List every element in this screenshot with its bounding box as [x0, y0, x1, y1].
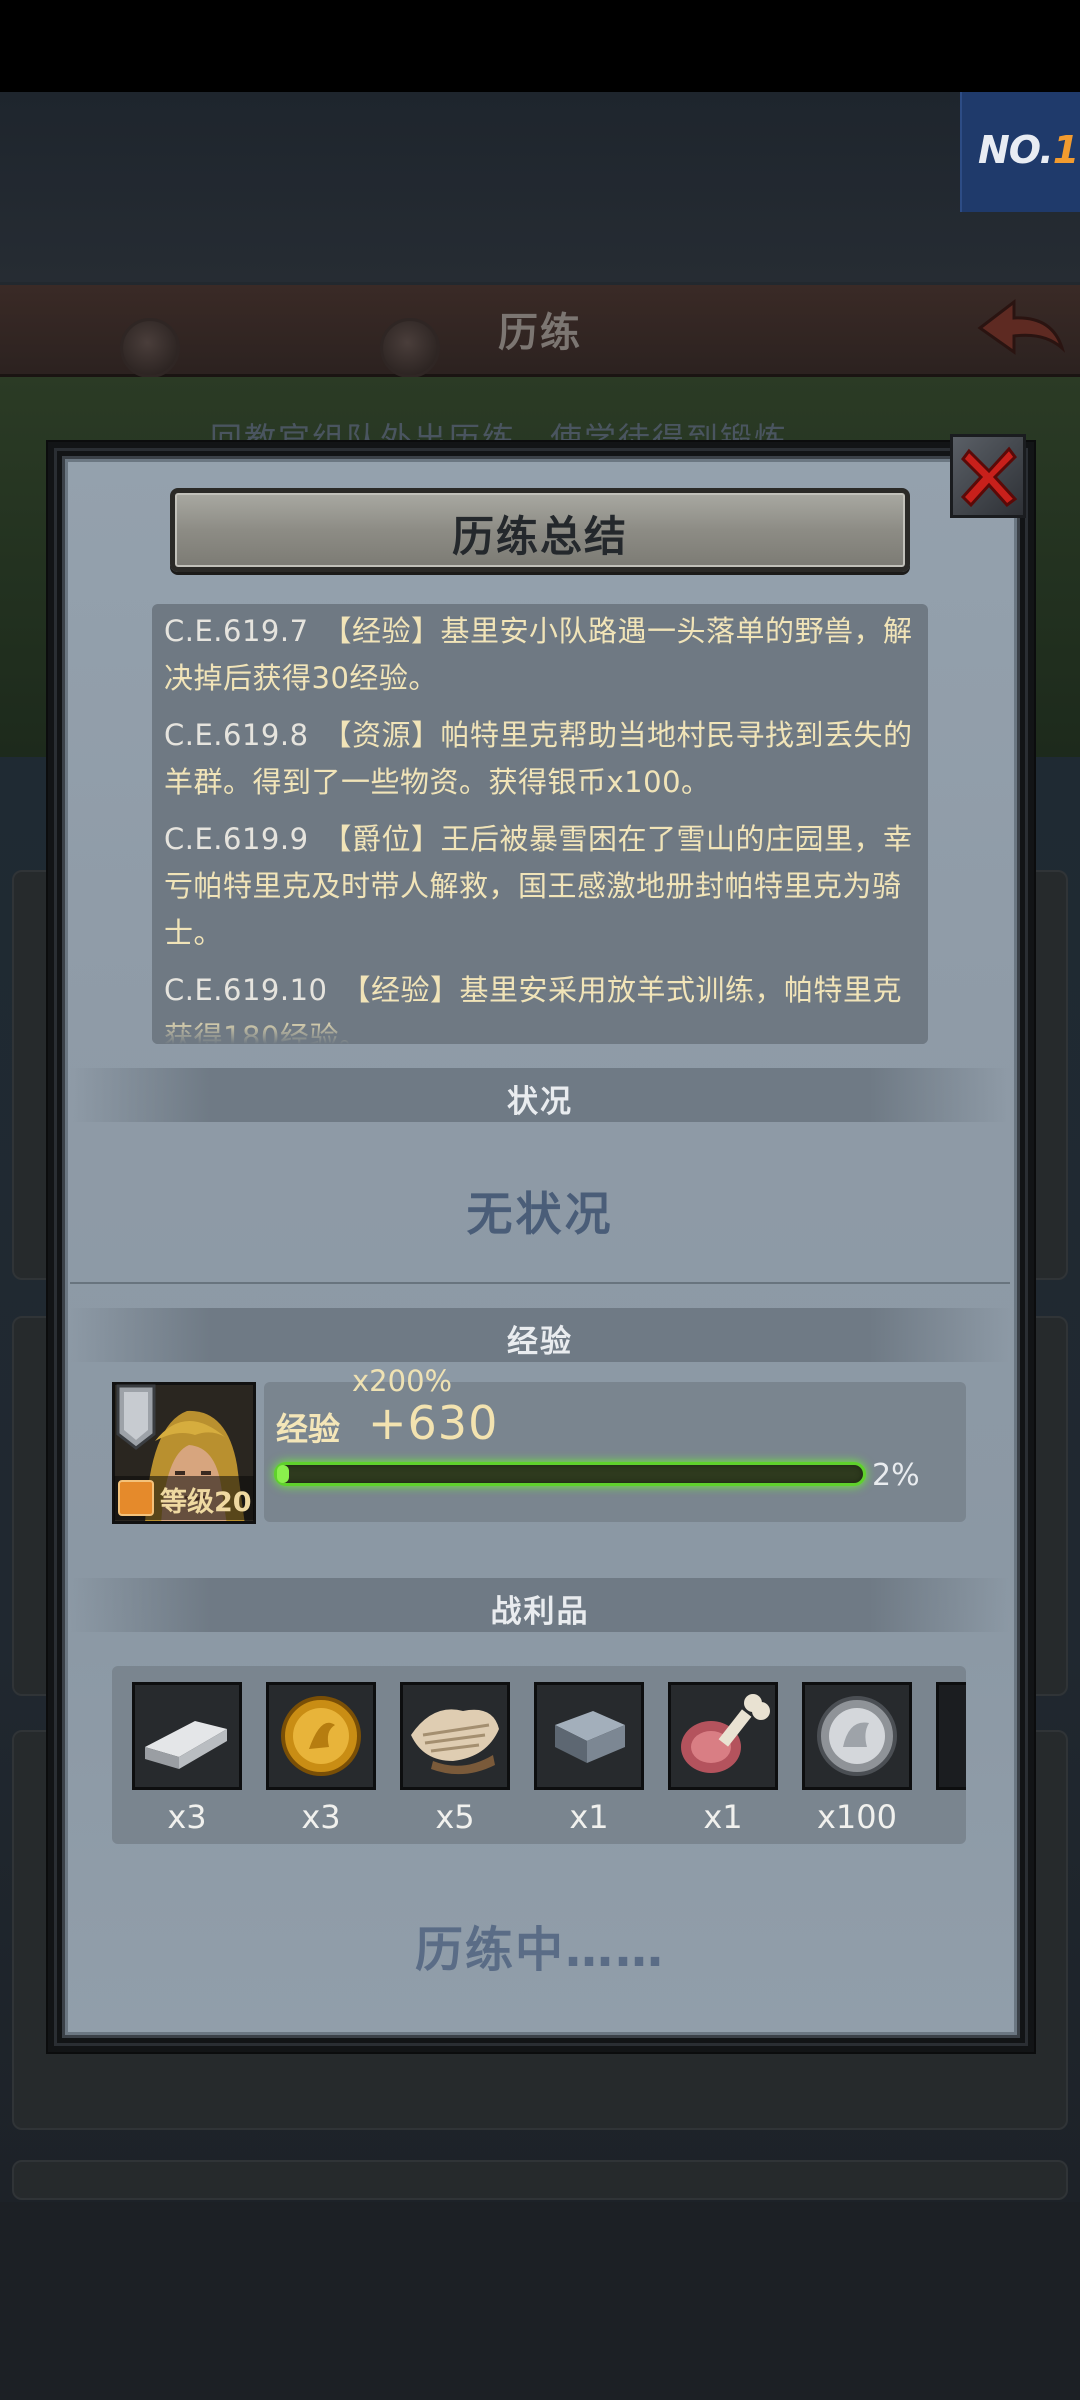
back-arrow-icon [977, 298, 1066, 355]
meat-leg-icon [671, 1685, 775, 1787]
log-date: C.E.619.10 [164, 973, 328, 1007]
loot-item[interactable]: x100 [802, 1682, 912, 1836]
level-badge: 等级20 [114, 1476, 254, 1520]
loot-count: x3 [167, 1798, 207, 1836]
game-screen: 历练 回教官组队外出历练，使学徒得到锻炼 NO.1 历练总结 C.E.619.7… [0, 0, 1080, 2400]
loot-section-header: 战利品 [70, 1578, 1010, 1632]
log-entry: C.E.619.8 【资源】帕特里克帮助当地村民寻找到丢失的羊群。得到了一些物资。… [164, 712, 914, 806]
exp-value: +630 [368, 1396, 499, 1450]
modal-title: 历练总结 [451, 512, 628, 561]
status-bar [0, 0, 1080, 92]
modal-title-plaque: 历练总结 [170, 488, 910, 572]
exp-section-label: 经验 [507, 1324, 573, 1360]
status-section-label: 状况 [507, 1084, 573, 1120]
exp-section-header: 经验 [70, 1308, 1010, 1362]
event-log-list: C.E.619.7 【经验】基里安小队路遇一头落单的野兽，解决掉后获得30经验。 … [164, 604, 914, 1044]
log-entry: C.E.619.7 【经验】基里安小队路遇一头落单的野兽，解决掉后获得30经验。 [164, 608, 914, 702]
close-icon [960, 446, 1018, 508]
log-date: C.E.619.7 [164, 614, 309, 648]
exp-label: 经验 [276, 1410, 341, 1448]
log-date: C.E.619.8 [164, 718, 309, 752]
loot-item[interactable]: x5 [400, 1682, 510, 1836]
loot-item[interactable]: x3 [132, 1682, 242, 1836]
level-text: 等级20 [160, 1487, 252, 1518]
background-header-title: 历练 [498, 310, 582, 356]
loot-count: x100 [816, 1798, 897, 1836]
training-status-text: 历练中…… [414, 1922, 665, 1978]
status-value: 无状况 [466, 1187, 614, 1241]
rank-badge-number: 1 [1052, 128, 1079, 172]
stone-block-icon [537, 1685, 641, 1787]
rank-flag-icon [116, 1384, 156, 1450]
loot-section-label: 战利品 [490, 1594, 590, 1630]
iron-ingot-icon [135, 1685, 239, 1787]
event-log[interactable]: C.E.619.7 【经验】基里安小队路遇一头落单的野兽，解决掉后获得30经验。 … [152, 604, 928, 1044]
log-entry: C.E.619.9 【爵位】王后被暴雪困在了雪山的庄园里，幸亏帕特里克及时带人解救… [164, 816, 914, 957]
loot-count: x1 [569, 1798, 609, 1836]
gold-coin-icon [269, 1685, 373, 1787]
status-section-header: 状况 [70, 1068, 1010, 1122]
loot-item-partial[interactable] [936, 1682, 966, 1790]
background-top-band [0, 92, 1080, 282]
background-card [12, 2160, 1068, 2200]
silver-coin-icon [805, 1685, 909, 1787]
exp-progress-percent: 2% [872, 1458, 920, 1493]
background-bottom [0, 2202, 1080, 2400]
loot-count: x5 [435, 1798, 475, 1836]
rank-badge-prefix: NO. [978, 128, 1054, 172]
loot-item[interactable]: x1 [668, 1682, 778, 1836]
exp-progress-fill [277, 1465, 289, 1483]
rank-badge[interactable]: NO.1 [960, 92, 1080, 212]
exp-progress-bar [274, 1462, 866, 1486]
loot-item[interactable]: x1 [534, 1682, 644, 1836]
wool-icon [403, 1685, 507, 1787]
loot-item[interactable]: x3 [266, 1682, 376, 1836]
loot-count: x1 [703, 1798, 743, 1836]
log-date: C.E.619.9 [164, 822, 309, 856]
loot-list[interactable]: x3 x3 x5 x1 x1 x100 [112, 1666, 966, 1844]
close-button[interactable] [950, 434, 1026, 518]
loot-count: x3 [301, 1798, 341, 1836]
exp-multiplier: x200% [352, 1364, 453, 1398]
shield-icon [118, 1480, 154, 1516]
